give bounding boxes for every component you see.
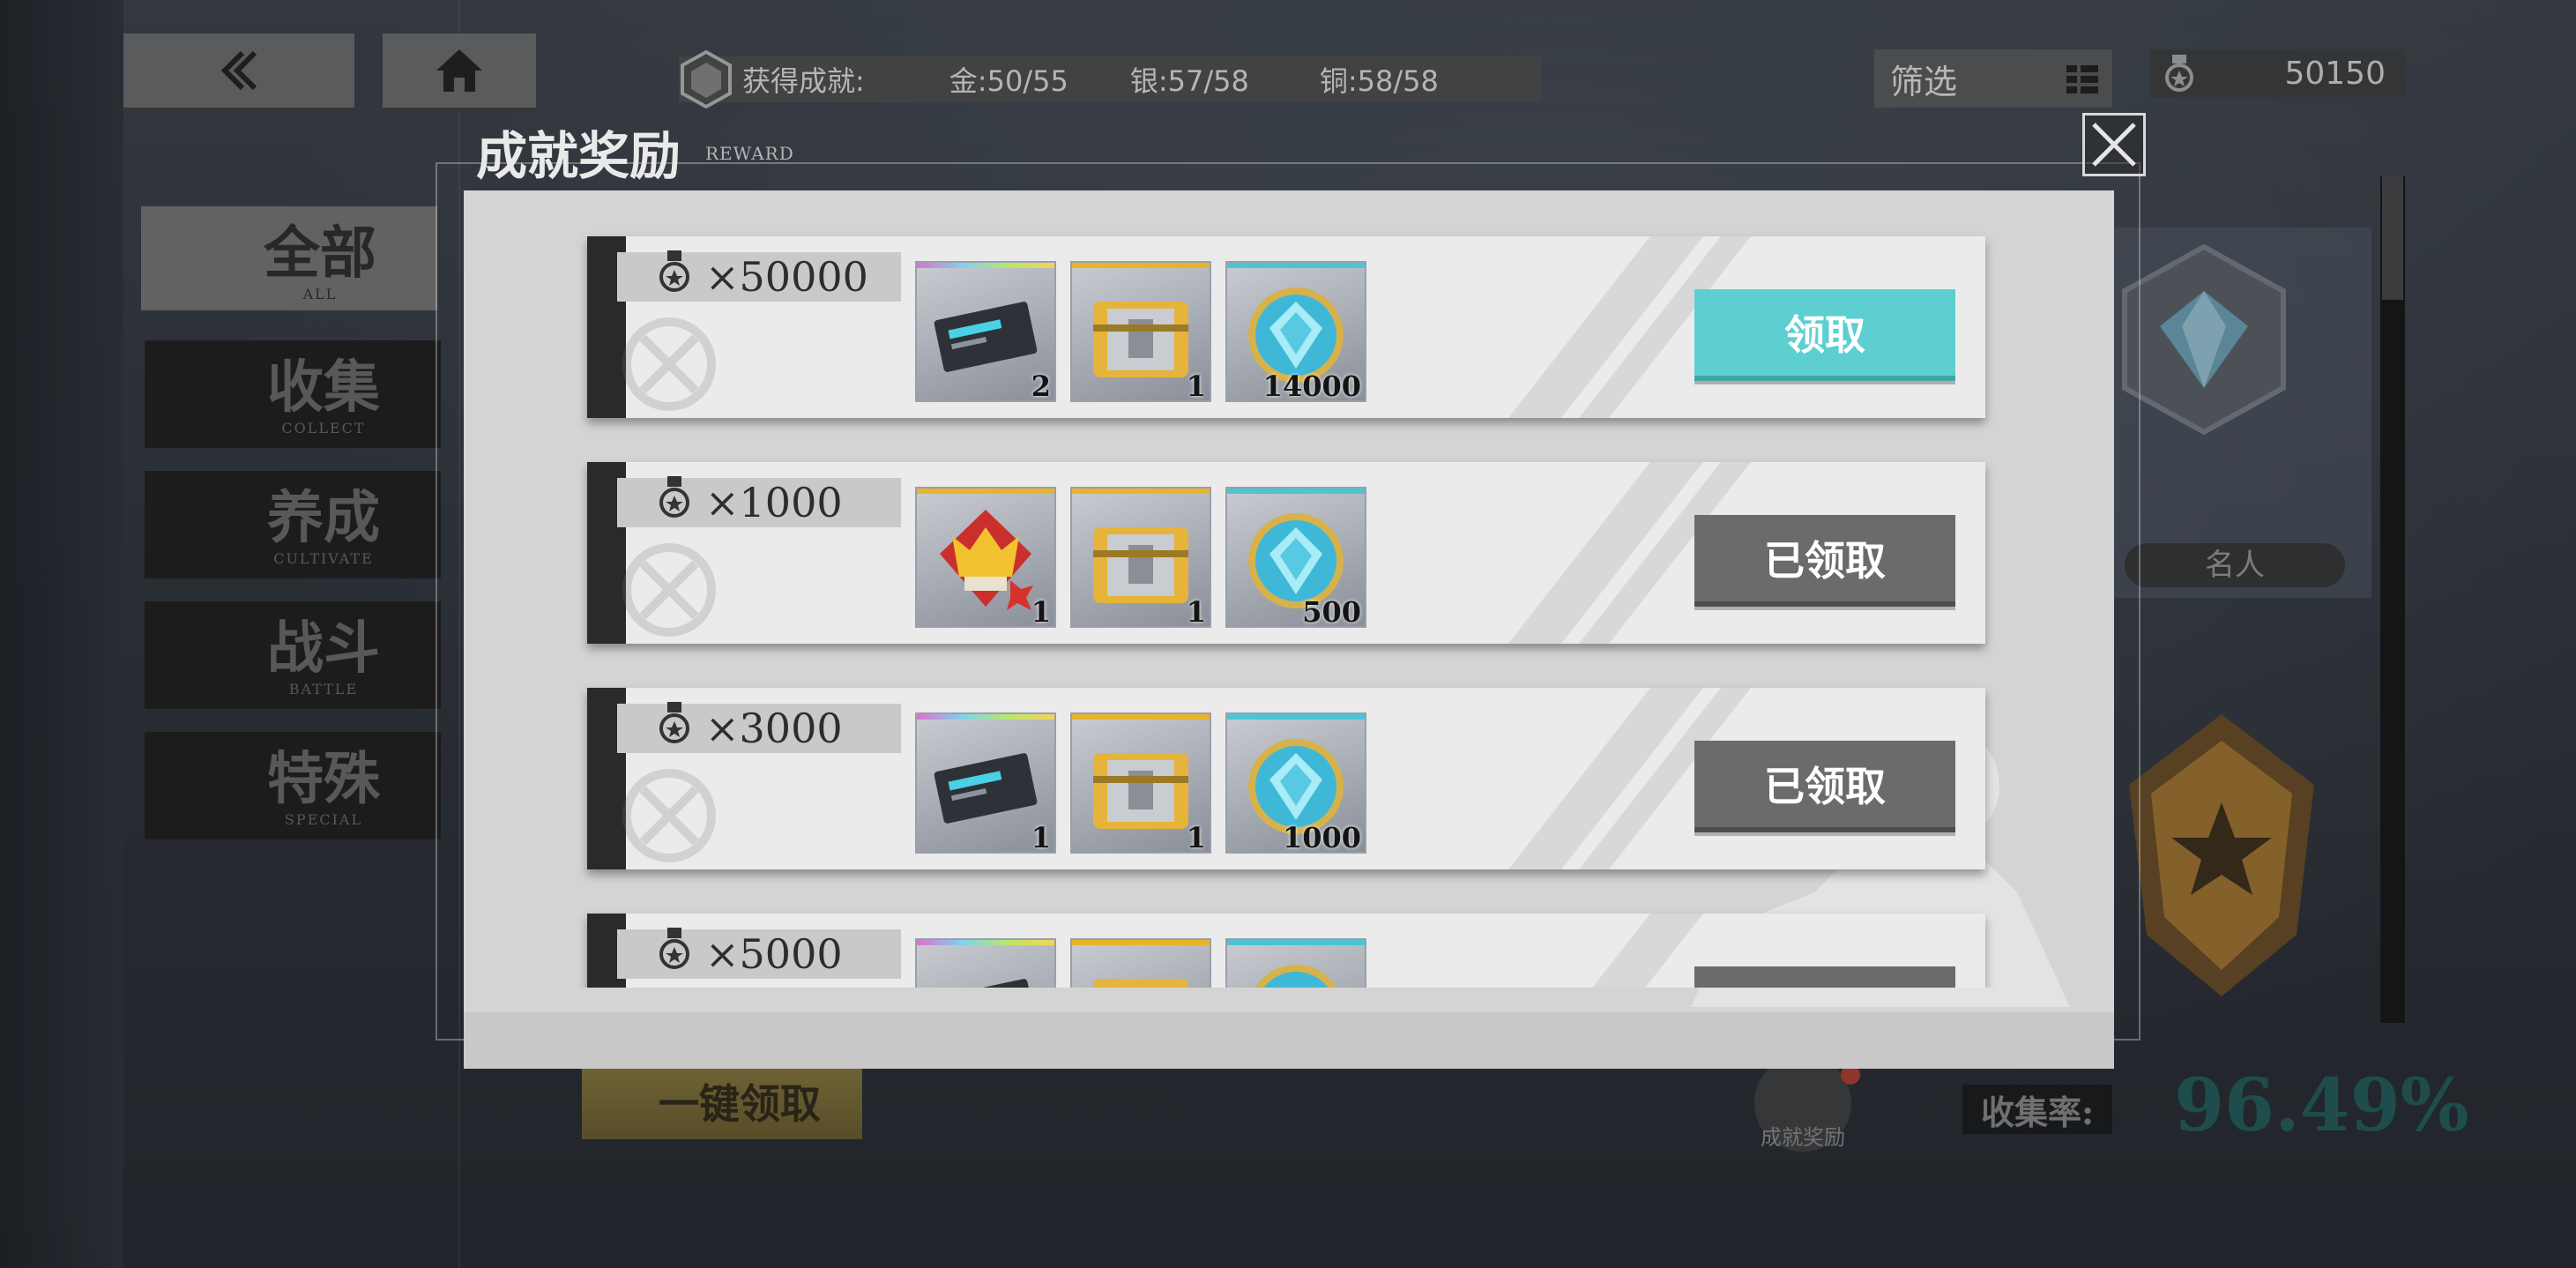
watermark-icon [622, 543, 716, 637]
crystal-coin-icon [1254, 965, 1337, 988]
points-requirement: ×3000 [617, 702, 901, 753]
reward-row: ×1000 1 1 500 已领取 [587, 462, 1985, 644]
row-stripe [1485, 914, 1717, 988]
item-count: 500 [1302, 595, 1361, 628]
rarity-line [1072, 489, 1210, 494]
points-requirement: ×5000 [617, 928, 901, 979]
watermark-icon [622, 317, 716, 411]
medal-icon [659, 250, 689, 292]
points-value: ×1000 [705, 479, 843, 526]
modal-footer [464, 1012, 2114, 1069]
gold-chest-icon [1093, 302, 1188, 377]
watermark-icon [622, 769, 716, 862]
points-value: ×50000 [705, 253, 868, 301]
claimed-button[interactable]: 已领取 [1694, 741, 1955, 832]
rarity-line [1227, 263, 1365, 268]
reward-modal: ×50000 2 1 14000 领取 ×1000 1 1 500 已领取 ×3… [464, 190, 2114, 1069]
rarity-line [917, 714, 1054, 720]
close-icon [2092, 123, 2136, 167]
points-requirement: ×1000 [617, 476, 901, 527]
item-count: 1 [1186, 369, 1206, 402]
item-count: 14000 [1262, 369, 1361, 402]
reward-item[interactable]: 1 [1070, 712, 1211, 854]
data-chip-icon [934, 753, 1038, 824]
claim-button[interactable]: 领取 [1694, 289, 1955, 381]
rarity-line [917, 940, 1054, 945]
rarity-line [917, 263, 1054, 268]
reward-item[interactable] [1070, 938, 1211, 988]
item-count: 1 [1031, 595, 1051, 628]
reward-item[interactable]: 1 [915, 712, 1056, 854]
reward-list[interactable]: ×50000 2 1 14000 领取 ×1000 1 1 500 已领取 ×3… [464, 190, 2114, 988]
reward-item[interactable]: 1 [1070, 487, 1211, 628]
item-count: 1 [1186, 595, 1206, 628]
reward-row: ×3000 1 1 1000 已领取 [587, 688, 1985, 869]
reward-item[interactable]: 500 [1225, 487, 1366, 628]
points-requirement: ×50000 [617, 250, 901, 302]
reward-row: ×5000 [587, 914, 1985, 988]
item-count: 1 [1031, 821, 1051, 854]
rarity-line [1227, 714, 1365, 720]
reward-row: ×50000 2 1 14000 领取 [587, 236, 1985, 418]
data-chip-icon [934, 302, 1038, 372]
reward-item[interactable]: 1000 [1225, 712, 1366, 854]
reward-item[interactable]: 14000 [1225, 261, 1366, 402]
rarity-line [917, 489, 1054, 494]
close-button[interactable] [2082, 113, 2146, 176]
item-count: 1000 [1282, 821, 1361, 854]
modal-title: 成就奖励 [476, 126, 681, 186]
data-chip-icon [934, 979, 1038, 988]
rarity-line [1227, 940, 1365, 945]
medal-icon [659, 928, 689, 969]
modal-subtitle: REWARD [705, 143, 794, 164]
reward-item[interactable]: 1 [1070, 261, 1211, 402]
medal-icon [659, 702, 689, 743]
rarity-line [1227, 489, 1365, 494]
gold-chest-icon [1093, 979, 1188, 988]
item-count: 2 [1031, 369, 1051, 402]
points-value: ×5000 [705, 930, 843, 978]
medal-icon [659, 476, 689, 518]
rarity-line [1072, 940, 1210, 945]
claimed-button[interactable]: 已领取 [1694, 515, 1955, 607]
points-value: ×3000 [705, 705, 843, 752]
item-count: 1 [1186, 821, 1206, 854]
reward-item[interactable]: 1 [915, 487, 1056, 628]
gold-chest-icon [1093, 753, 1188, 829]
rarity-line [1072, 263, 1210, 268]
rarity-line [1072, 714, 1210, 720]
crown-badge-icon [940, 510, 1033, 610]
reward-item[interactable] [1225, 938, 1366, 988]
reward-item[interactable] [915, 938, 1056, 988]
claimed-button[interactable] [1694, 966, 1955, 988]
gold-chest-icon [1093, 527, 1188, 603]
reward-item[interactable]: 2 [915, 261, 1056, 402]
